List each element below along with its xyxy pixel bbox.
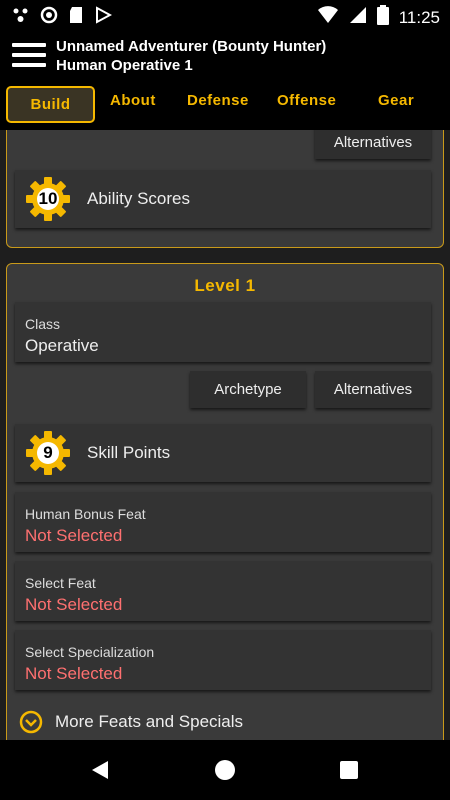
home-icon[interactable] — [215, 760, 235, 785]
play-store-icon — [94, 6, 113, 29]
tab-defense[interactable]: Defense — [187, 92, 249, 109]
level-title: Level 1 — [194, 276, 256, 295]
selection-label: Select Specialization — [25, 644, 155, 660]
skill-points-label: Skill Points — [87, 443, 171, 462]
tab-offense[interactable]: Offense — [277, 92, 336, 109]
sparkle-icon — [12, 6, 30, 29]
build-content[interactable]: Alternatives 10 Ability Scores Level 1 C… — [0, 130, 450, 740]
archetype-button[interactable]: Archetype — [190, 371, 306, 408]
class-alternatives-button[interactable]: Alternatives — [315, 371, 431, 408]
character-subtitle: Human Operative 1 — [56, 57, 193, 74]
select-specialization-card[interactable]: Select Specialization Not Selected — [15, 630, 431, 690]
more-feats-label: More Feats and Specials — [55, 712, 244, 731]
ability-scores-card[interactable]: 10 Ability Scores — [15, 170, 431, 228]
selection-label: Select Feat — [25, 575, 96, 591]
chevron-down-circle-icon — [19, 710, 43, 739]
select-feat-card[interactable]: Select Feat Not Selected — [15, 561, 431, 621]
class-card[interactable]: Class Operative — [15, 302, 431, 362]
selection-value: Not Selected — [25, 595, 123, 614]
ability-scores-label: Ability Scores — [87, 189, 190, 208]
battery-icon — [376, 5, 389, 30]
race-alternatives-button[interactable]: Alternatives — [315, 130, 431, 159]
tab-gear[interactable]: Gear — [378, 92, 414, 109]
wifi-icon — [317, 5, 339, 30]
class-label: Class — [25, 316, 61, 332]
status-bar: 11:25 — [0, 0, 450, 32]
selection-value: Not Selected — [25, 526, 123, 545]
selection-value: Not Selected — [25, 664, 123, 683]
signal-icon — [349, 5, 367, 30]
level-panel: Level 1 Class Operative Archetype Altern… — [6, 263, 444, 740]
gear-icon: 10 — [25, 176, 71, 222]
circle-icon — [40, 6, 58, 29]
tab-bar: Build About Defense Offense Gear — [0, 78, 450, 130]
ability-score-count: 10 — [38, 189, 58, 208]
android-nav-bar — [0, 740, 450, 800]
recents-icon[interactable] — [340, 761, 358, 784]
skill-point-count: 9 — [43, 443, 53, 462]
tab-about[interactable]: About — [110, 92, 156, 109]
human-bonus-feat-card[interactable]: Human Bonus Feat Not Selected — [15, 492, 431, 552]
more-feats-toggle[interactable]: More Feats and Specials — [19, 708, 319, 738]
back-icon[interactable] — [90, 760, 110, 785]
gear-icon: 9 — [25, 430, 71, 476]
class-value: Operative — [25, 336, 99, 355]
sd-card-icon — [68, 6, 84, 29]
selection-label: Human Bonus Feat — [25, 506, 146, 522]
character-name: Unnamed Adventurer (Bounty Hunter) — [56, 38, 327, 55]
race-panel: Alternatives 10 Ability Scores — [6, 130, 444, 248]
skill-points-card[interactable]: 9 Skill Points — [15, 424, 431, 482]
tab-build[interactable]: Build — [6, 86, 95, 123]
hamburger-menu-icon[interactable] — [12, 43, 46, 67]
app-bar: Unnamed Adventurer (Bounty Hunter) Human… — [0, 32, 450, 78]
clock: 11:25 — [398, 7, 440, 27]
